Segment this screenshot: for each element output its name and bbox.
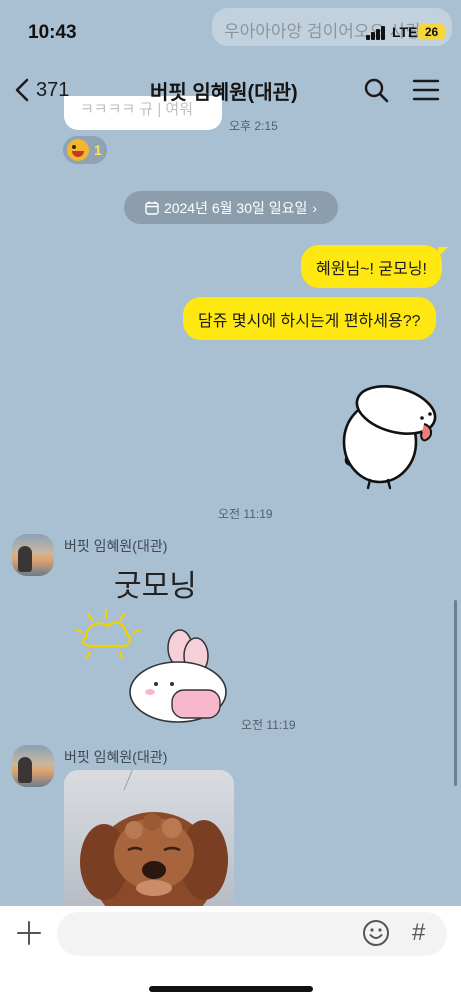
signal-icon: [366, 26, 388, 40]
back-button[interactable]: 371: [14, 74, 69, 106]
reaction-badge[interactable]: 1: [63, 136, 107, 164]
avatar[interactable]: [12, 534, 54, 576]
message-text: 담쥬 몇시에 하시는게 편하세용??: [198, 312, 421, 330]
bunny-sticker[interactable]: [330, 380, 442, 492]
avatar[interactable]: [12, 745, 54, 787]
battery-icon: 26: [418, 24, 445, 40]
search-icon[interactable]: [362, 76, 390, 104]
status-time: 10:43: [28, 22, 77, 43]
my-message-bubble[interactable]: 혜원님~! 굳모닝!: [301, 245, 448, 288]
chat-room-title[interactable]: 버핏 임혜원(대관): [150, 76, 298, 105]
date-label: 2024년 6월 30일 일요일: [163, 199, 308, 216]
scrollbar[interactable]: [454, 600, 457, 786]
chevron-right-icon: ›: [312, 199, 318, 216]
message-time: 오후 2:15: [229, 119, 278, 133]
home-indicator: [149, 986, 313, 992]
network-type: LTE: [392, 24, 418, 40]
date-divider[interactable]: 2024년 6월 30일 일요일 ›: [124, 191, 338, 224]
bunny-icon: [129, 629, 227, 723]
message-text: 혜원님~! 굳모닝!: [316, 260, 427, 278]
calendar-icon: [145, 201, 159, 215]
shared-photo-dog[interactable]: [64, 770, 234, 906]
message-time: 오전 11:19: [241, 718, 296, 732]
sun-icon: [74, 608, 142, 660]
message-time: 오전 11:19: [218, 507, 273, 521]
laughing-emoji-icon: [67, 139, 89, 161]
my-message-bubble[interactable]: 담쥬 몇시에 하시는게 편하세용??: [183, 297, 436, 340]
plus-icon[interactable]: [16, 920, 42, 946]
hashtag-search-button[interactable]: #: [412, 919, 434, 947]
chevron-left-icon: [15, 78, 29, 102]
sticker-text: 굿모닝: [114, 569, 197, 604]
sender-name: 버핏 임혜원(대관): [64, 538, 168, 554]
good-morning-sticker[interactable]: 굿모닝: [64, 560, 234, 730]
dog-photo-image: [80, 770, 228, 906]
reaction-count: 1: [94, 142, 102, 158]
smiley-icon[interactable]: [362, 919, 390, 947]
chat-header: 371 버핏 임혜원(대관): [0, 62, 461, 118]
hamburger-menu-icon[interactable]: [412, 78, 440, 102]
sender-name: 버핏 임혜원(대관): [64, 749, 168, 765]
status-bar: 10:43 우아아아앙 검이어오오 사랑 LTE 26: [0, 0, 461, 62]
unread-count: 371: [36, 78, 70, 101]
